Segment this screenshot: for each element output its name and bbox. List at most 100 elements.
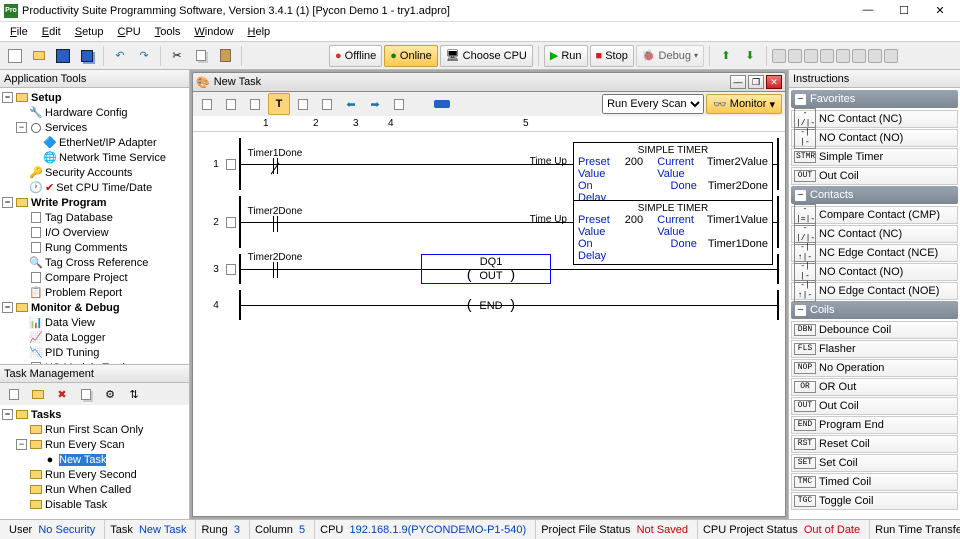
application-tools-tree[interactable]: −Setup 🔧Hardware Config −Services 🔷Ether… (0, 88, 189, 364)
tree-compare-project[interactable]: Compare Project (2, 270, 187, 285)
tree-io-overview[interactable]: I/O Overview (2, 225, 187, 240)
tree-security-accounts[interactable]: 🔑Security Accounts (2, 165, 187, 180)
toolbar-saveall-icon[interactable] (76, 45, 98, 67)
tasks-root[interactable]: −Tasks (2, 407, 187, 422)
end-coil[interactable]: ( END ) (461, 298, 521, 314)
doc-tb-6[interactable] (316, 93, 338, 115)
task-settings-icon[interactable]: ⚙ (99, 383, 121, 405)
toolbar-paste-icon[interactable] (214, 45, 236, 67)
tree-problem-report[interactable]: 📋Problem Report (2, 285, 187, 300)
task-open-icon[interactable] (27, 383, 49, 405)
toolbar-chip-icon[interactable] (884, 49, 898, 63)
debug-button[interactable]: 🐞Debug▾ (636, 45, 704, 67)
menu-cpu[interactable]: CPU (111, 25, 146, 39)
doc-tb-2[interactable] (220, 93, 242, 115)
instr-no-edge-contact[interactable]: -|↑|-NO Edge Contact (NOE) (791, 282, 958, 300)
toolbar-chip-icon[interactable] (852, 49, 866, 63)
nc-contact[interactable]: Timer1Done (261, 150, 289, 178)
task-tree[interactable]: −Tasks Run First Scan Only −Run Every Sc… (0, 405, 189, 519)
section-favorites[interactable]: Favorites (791, 90, 958, 108)
toolbar-transfer-from-icon[interactable]: ⬇ (739, 45, 761, 67)
rung-1[interactable]: 1 Timer1Done Time Up SIMPLE TIMER (209, 138, 779, 190)
tree-data-logger[interactable]: 📈Data Logger (2, 330, 187, 345)
monitor-button[interactable]: 👓Monitor▾ (706, 94, 782, 114)
toolbar-chip-icon[interactable] (788, 49, 802, 63)
doc-tb-5[interactable] (292, 93, 314, 115)
task-run-every-scan[interactable]: −Run Every Scan (2, 437, 187, 452)
tree-ethernet-ip[interactable]: 🔷EtherNet/IP Adapter (2, 135, 187, 150)
toolbar-chip-icon[interactable] (868, 49, 882, 63)
tree-tag-database[interactable]: Tag Database (2, 210, 187, 225)
tree-data-view[interactable]: 📊Data View (2, 315, 187, 330)
tree-rung-comments[interactable]: Rung Comments (2, 240, 187, 255)
toolbar-transfer-to-icon[interactable]: ⬆ (715, 45, 737, 67)
doc-tb-4[interactable]: T (268, 93, 290, 115)
tree-setup[interactable]: −Setup (2, 90, 187, 105)
ladder-editor[interactable]: 1 2 3 4 5 1 Timer1Done (192, 116, 786, 517)
tree-monitor-debug[interactable]: −Monitor & Debug (2, 300, 187, 315)
instr-no-operation[interactable]: NOPNo Operation (791, 359, 958, 377)
toolbar-chip-icon[interactable] (836, 49, 850, 63)
window-close-button[interactable]: ✕ (928, 4, 952, 17)
doc-tb-next[interactable]: ➡ (364, 93, 386, 115)
task-new-icon[interactable] (3, 383, 25, 405)
zoom-slider-thumb[interactable] (434, 100, 450, 108)
no-contact[interactable]: Timer2Done (261, 254, 289, 282)
instr-nc-edge-contact[interactable]: -|↑|-NC Edge Contact (NCE) (791, 244, 958, 262)
instr-set-coil[interactable]: SETSet Coil (791, 454, 958, 472)
doc-tb-delete[interactable] (388, 93, 410, 115)
instr-timed-coil[interactable]: TMCTimed Coil (791, 473, 958, 491)
no-contact[interactable]: Timer2Done (261, 208, 289, 236)
task-run-when-called[interactable]: Run When Called (2, 482, 187, 497)
toolbar-save-icon[interactable] (52, 45, 74, 67)
task-copy-icon[interactable] (75, 383, 97, 405)
menu-help[interactable]: Help (242, 25, 277, 39)
instr-program-end[interactable]: ENDProgram End (791, 416, 958, 434)
instr-toggle-coil[interactable]: TGCToggle Coil (791, 492, 958, 510)
tree-tag-cross-ref[interactable]: 🔍Tag Cross Reference (2, 255, 187, 270)
instr-no-contact-2[interactable]: -| |-NO Contact (NO) (791, 263, 958, 281)
toolbar-chip-icon[interactable] (820, 49, 834, 63)
doc-tb-prev[interactable]: ⬅ (340, 93, 362, 115)
rung-2[interactable]: 2 Timer2Done Time Up SIMPLE TIMER Preset… (209, 196, 779, 248)
menu-file[interactable]: File (4, 25, 34, 39)
instr-debounce-coil[interactable]: DBNDebounce Coil (791, 321, 958, 339)
task-run-every-second[interactable]: Run Every Second (2, 467, 187, 482)
window-minimize-button[interactable]: — (856, 4, 880, 17)
toolbar-redo-icon[interactable]: ↷ (133, 45, 155, 67)
task-run-first-scan[interactable]: Run First Scan Only (2, 422, 187, 437)
instr-or-out[interactable]: OROR Out (791, 378, 958, 396)
section-coils[interactable]: Coils (791, 301, 958, 319)
tree-pid-tuning[interactable]: 📉PID Tuning (2, 345, 187, 360)
rung-3[interactable]: 3 Timer2Done DQ1 ( OUT ) (209, 254, 779, 284)
instructions-list[interactable]: Favorites -|/|-NC Contact (NC) -| |-NO C… (789, 88, 960, 519)
toolbar-cut-icon[interactable]: ✂ (166, 45, 188, 67)
window-maximize-button[interactable]: ☐ (892, 4, 916, 17)
out-coil[interactable]: DQ1 ( OUT ) (461, 256, 521, 284)
toolbar-chip-icon[interactable] (804, 49, 818, 63)
scan-mode-select[interactable]: Run Every Scan (602, 94, 704, 114)
menu-setup[interactable]: Setup (69, 25, 110, 39)
stop-button[interactable]: ■Stop (590, 45, 634, 67)
tree-nts[interactable]: 🌐Network Time Service (2, 150, 187, 165)
toolbar-undo-icon[interactable]: ↶ (109, 45, 131, 67)
instr-out-coil[interactable]: OUTOut Coil (791, 167, 958, 185)
doc-close-button[interactable]: ✕ (766, 75, 782, 89)
instr-reset-coil[interactable]: RSTReset Coil (791, 435, 958, 453)
toolbar-chip-icon[interactable] (772, 49, 786, 63)
doc-minimize-button[interactable]: — (730, 75, 746, 89)
doc-tb-1[interactable] (196, 93, 218, 115)
instr-flasher[interactable]: FLSFlasher (791, 340, 958, 358)
doc-tb-3[interactable] (244, 93, 266, 115)
menu-tools[interactable]: Tools (149, 25, 187, 39)
offline-button[interactable]: ●Offline (329, 45, 382, 67)
instr-compare-contact[interactable]: -|=|-Compare Contact (CMP) (791, 206, 958, 224)
toolbar-new-icon[interactable] (4, 45, 26, 67)
tree-write-program[interactable]: −Write Program (2, 195, 187, 210)
menu-edit[interactable]: Edit (36, 25, 67, 39)
task-new-task[interactable]: ●New Task (2, 452, 187, 467)
rung-4[interactable]: 4 ( END ) (209, 290, 779, 320)
tree-services[interactable]: −Services (2, 120, 187, 135)
task-sort-icon[interactable]: ⇅ (123, 383, 145, 405)
tree-set-cpu-time[interactable]: 🕐✔Set CPU Time/Date (2, 180, 187, 195)
